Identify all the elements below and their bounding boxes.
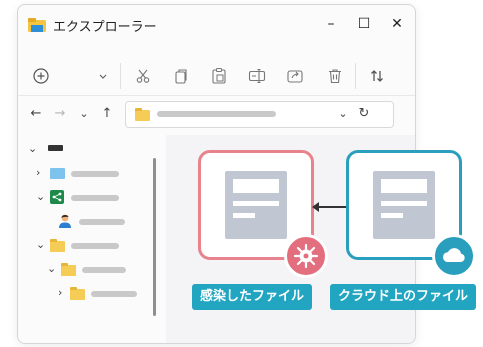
drive-icon bbox=[48, 145, 63, 151]
navigation-bar: ← → ⌄ ↑ ⌄ ↻ bbox=[18, 97, 415, 133]
document-icon bbox=[225, 171, 287, 239]
chevron-down-icon[interactable]: ⌄ bbox=[36, 187, 45, 207]
document-icon bbox=[373, 171, 435, 239]
tree-item-user[interactable] bbox=[56, 211, 156, 231]
arrow-left-icon bbox=[312, 202, 348, 212]
copy-icon[interactable] bbox=[170, 65, 192, 87]
folder-app-icon bbox=[28, 18, 46, 32]
folder-icon bbox=[135, 108, 150, 121]
paste-icon[interactable] bbox=[208, 65, 230, 87]
new-icon[interactable] bbox=[30, 65, 52, 87]
tree-item-folder[interactable]: ⌄ bbox=[34, 235, 154, 255]
recent-locations-button[interactable]: ⌄ bbox=[75, 105, 93, 123]
share-folder-icon bbox=[50, 190, 64, 204]
share-icon[interactable] bbox=[284, 65, 306, 87]
maximize-button[interactable]: ☐ bbox=[350, 13, 378, 35]
tree-item-folder[interactable]: › bbox=[56, 283, 156, 303]
title-bar: エクスプローラー – ☐ ✕ bbox=[18, 5, 415, 43]
tree-item-folder[interactable]: › bbox=[34, 163, 154, 183]
tree-item-label-placeholder bbox=[82, 267, 126, 273]
folder-icon bbox=[61, 263, 76, 276]
tree-item-shared[interactable]: ⌄ bbox=[34, 187, 154, 207]
sort-icon[interactable] bbox=[366, 65, 388, 87]
navigation-pane: ⌄ › ⌄ ⌄ ⌄ › bbox=[18, 135, 158, 343]
user-icon bbox=[59, 214, 71, 228]
refresh-button[interactable]: ↻ bbox=[355, 105, 373, 123]
folder-icon bbox=[50, 239, 65, 252]
chevron-right-icon[interactable]: › bbox=[36, 163, 40, 183]
forward-button[interactable]: → bbox=[51, 105, 69, 123]
address-bar[interactable]: ⌄ ↻ bbox=[125, 101, 394, 128]
tree-item-drive[interactable]: ⌄ bbox=[26, 139, 146, 159]
delete-icon[interactable] bbox=[324, 65, 346, 87]
tree-item-label-placeholder bbox=[91, 291, 137, 297]
tree-item-label-placeholder bbox=[79, 219, 125, 225]
address-dropdown-button[interactable]: ⌄ bbox=[334, 105, 352, 123]
tree-item-label-placeholder bbox=[71, 171, 119, 177]
minimize-button[interactable]: – bbox=[317, 13, 345, 35]
command-bar bbox=[18, 55, 415, 96]
scrollbar[interactable] bbox=[153, 158, 156, 316]
folder-icon bbox=[70, 287, 85, 300]
chevron-down-icon[interactable]: ⌄ bbox=[36, 235, 45, 255]
tree-item-folder[interactable]: ⌄ bbox=[45, 259, 155, 279]
chevron-down-icon[interactable] bbox=[96, 65, 110, 87]
window-title: エクスプローラー bbox=[53, 20, 157, 35]
virus-icon bbox=[284, 234, 328, 278]
cut-icon[interactable] bbox=[132, 65, 154, 87]
address-path-placeholder bbox=[157, 111, 276, 117]
rename-icon[interactable] bbox=[246, 65, 268, 87]
back-button[interactable]: ← bbox=[27, 105, 45, 123]
toolbar-separator bbox=[355, 63, 356, 89]
folder-icon bbox=[50, 168, 65, 179]
infected-file-label: 感染したファイル bbox=[192, 284, 312, 310]
tree-item-label-placeholder bbox=[71, 243, 119, 249]
cloud-icon bbox=[432, 234, 476, 278]
up-button[interactable]: ↑ bbox=[98, 105, 116, 123]
tree-item-label-placeholder bbox=[71, 195, 119, 201]
cloud-file-label: クラウド上のファイル bbox=[330, 284, 476, 310]
chevron-down-icon[interactable]: ⌄ bbox=[47, 259, 56, 279]
toolbar-separator bbox=[120, 63, 121, 89]
chevron-down-icon[interactable]: ⌄ bbox=[28, 139, 37, 159]
close-button[interactable]: ✕ bbox=[383, 13, 411, 35]
chevron-right-icon[interactable]: › bbox=[58, 283, 62, 303]
